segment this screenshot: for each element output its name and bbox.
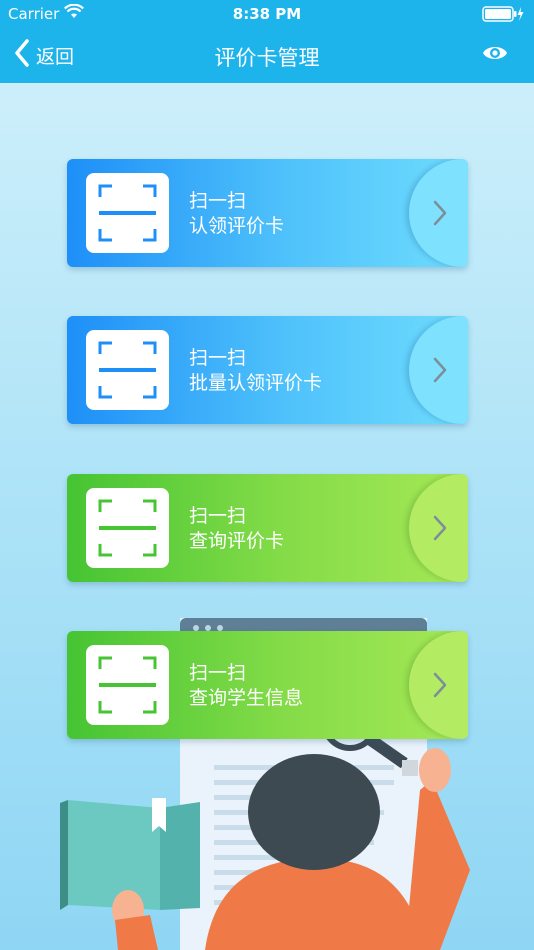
- clock: 8:38 PM: [232, 5, 302, 23]
- page-title: 评价卡管理: [214, 46, 320, 70]
- chevron-right-icon: [431, 671, 449, 703]
- card-line2: 认领评价卡: [189, 215, 285, 237]
- chevron-right-icon: [431, 199, 449, 231]
- eye-icon[interactable]: [482, 42, 508, 68]
- card-line2: 查询学生信息: [189, 687, 304, 709]
- battery-icon: [482, 6, 524, 26]
- card-line2: 批量认领评价卡: [189, 372, 323, 394]
- status-bar: Carrier 8:38 PM: [0, 0, 534, 28]
- chevron-right-icon: [431, 514, 449, 546]
- card-text: 扫一扫 认领评价卡: [189, 189, 284, 239]
- navigation-bar: 返回 评价卡管理: [0, 28, 534, 83]
- card-line1: 扫一扫: [189, 347, 247, 369]
- scan-icon: [86, 330, 169, 410]
- chevron-right-icon: [431, 356, 449, 388]
- card-line1: 扫一扫: [189, 505, 247, 527]
- card-line1: 扫一扫: [189, 662, 247, 684]
- scan-icon: [86, 645, 169, 725]
- card-text: 扫一扫 查询学生信息: [189, 661, 303, 711]
- scan-icon: [86, 173, 169, 253]
- card-line2: 查询评价卡: [189, 530, 285, 552]
- card-text: 扫一扫 批量认领评价卡: [189, 346, 322, 396]
- card-query-evaluation[interactable]: 扫一扫 查询评价卡: [67, 474, 468, 582]
- scan-icon: [86, 488, 169, 568]
- card-line1: 扫一扫: [189, 190, 247, 212]
- card-claim-evaluation[interactable]: 扫一扫 认领评价卡: [67, 159, 468, 267]
- card-text: 扫一扫 查询评价卡: [189, 504, 284, 554]
- card-batch-claim-evaluation[interactable]: 扫一扫 批量认领评价卡: [67, 316, 468, 424]
- card-query-student-info[interactable]: 扫一扫 查询学生信息: [67, 631, 468, 739]
